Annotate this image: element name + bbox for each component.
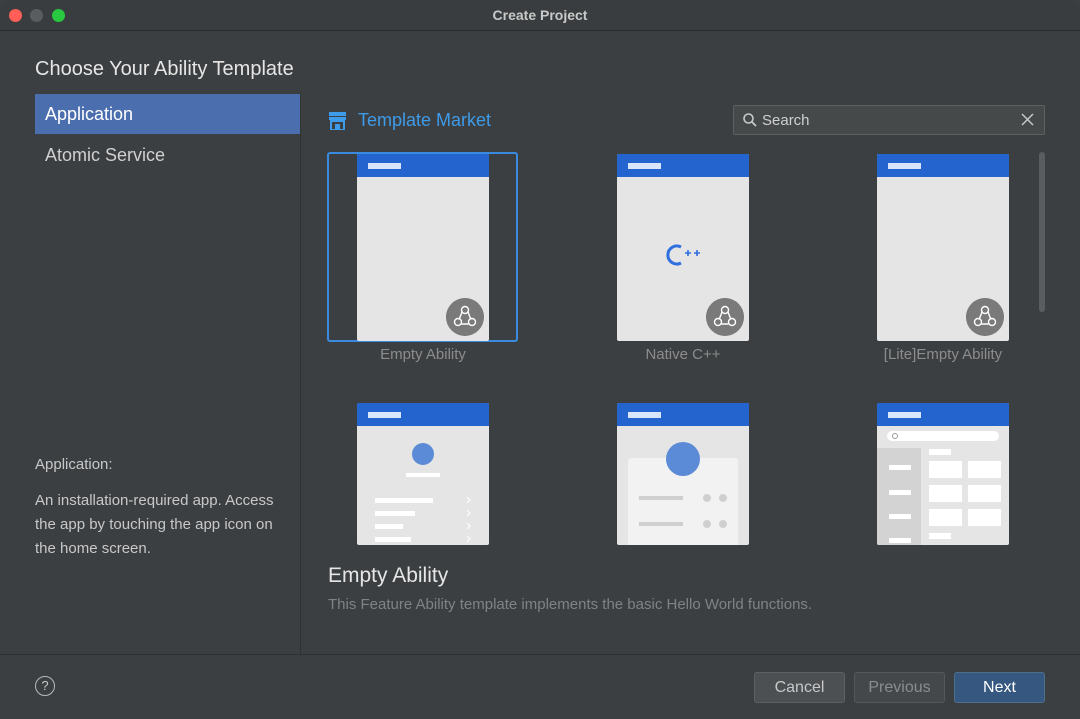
- template-thumbnail: [617, 403, 749, 545]
- template-detail-text: This Feature Ability template implements…: [328, 596, 813, 613]
- template-market-label: Template Market: [358, 110, 492, 130]
- category-description-title: Application:: [35, 456, 113, 473]
- footer-divider: [0, 654, 1080, 655]
- title-bar: Create Project: [0, 0, 1080, 31]
- template-thumbnail: [357, 403, 489, 545]
- search-box: [733, 105, 1045, 135]
- list-preview-icon: [375, 443, 471, 543]
- page-title: Choose Your Ability Template: [35, 58, 294, 80]
- ability-badge-icon: [966, 298, 1004, 336]
- card-preview-icon: [628, 442, 738, 545]
- search-icon: [743, 113, 757, 127]
- category-description-body: An installation-required app. Access the…: [35, 492, 274, 557]
- previous-button[interactable]: Previous: [854, 672, 945, 703]
- template-thumbnail: [877, 403, 1009, 545]
- cancel-button[interactable]: Cancel: [754, 672, 845, 703]
- store-icon: [329, 112, 346, 130]
- panel-divider: [300, 94, 301, 654]
- category-application[interactable]: Application: [35, 94, 300, 134]
- template-scrollbar[interactable]: [1039, 152, 1045, 312]
- clear-search-icon[interactable]: [1021, 113, 1034, 126]
- help-icon[interactable]: ?: [35, 676, 55, 696]
- next-button[interactable]: Next: [954, 672, 1045, 703]
- window-title: Create Project: [492, 7, 588, 23]
- template-thumbnail: [877, 154, 1009, 341]
- grid-preview-icon: [877, 431, 1001, 545]
- ability-badge-icon: [446, 298, 484, 336]
- create-project-window: Create Project Choose Your Ability Templ…: [0, 0, 1080, 719]
- template-label: [Lite]Empty Ability: [883, 346, 1003, 363]
- template-thumbnail: [617, 154, 749, 341]
- category-atomic-service[interactable]: Atomic Service: [35, 135, 300, 175]
- template-label: Empty Ability: [380, 346, 466, 363]
- template-detail-title: Empty Ability: [328, 564, 449, 587]
- template-thumbnail: [357, 154, 489, 341]
- template-label: Native C++: [645, 346, 721, 363]
- search-input[interactable]: [762, 106, 1012, 134]
- cpp-icon: [666, 244, 700, 266]
- ability-badge-icon: [706, 298, 744, 336]
